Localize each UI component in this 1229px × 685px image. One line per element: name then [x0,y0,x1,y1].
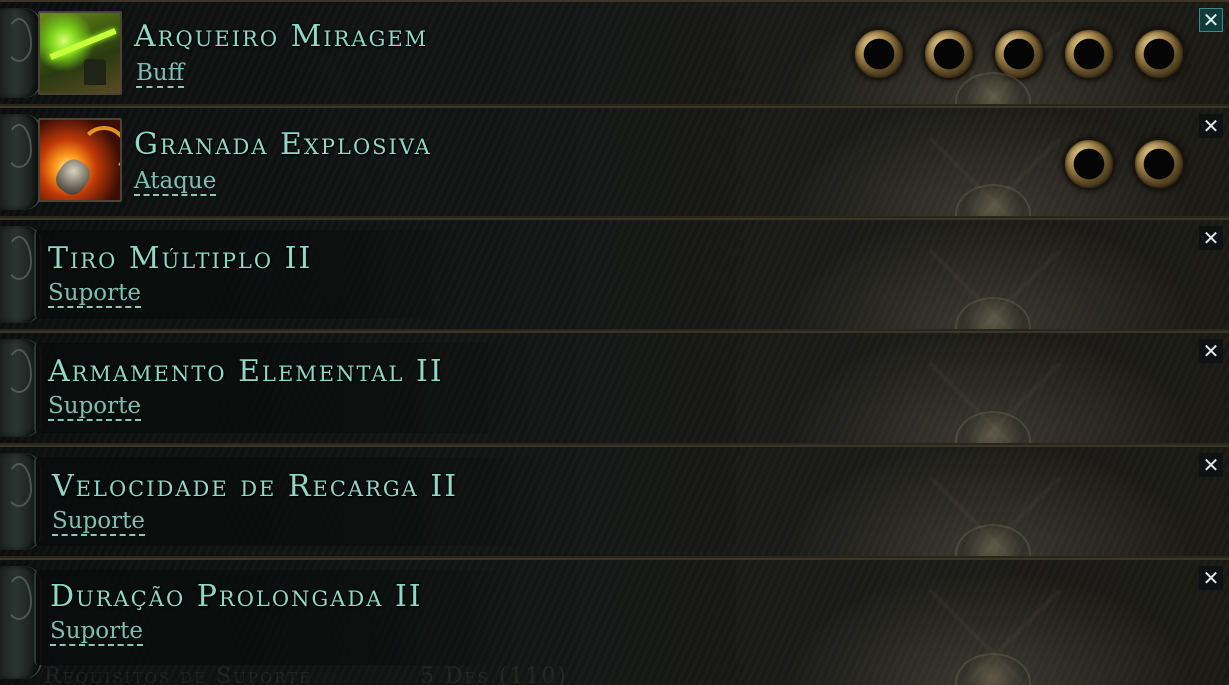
mirage-archer-icon [38,11,122,95]
row-ornament [930,363,1060,443]
gem-list-panel: Baú Meta Detonação Adicionais nto Elemen… [0,0,1229,685]
ghost-text: 5 Des (110) [420,664,569,685]
ghost-text: Requisitos de Suporte [44,664,313,685]
row-ornament [930,250,1060,329]
gem-socket[interactable] [993,28,1045,80]
socket-group [1063,138,1185,190]
gem-name: Granada Explosiva [134,127,432,162]
close-button[interactable]: ✕ [1199,453,1223,477]
row-ornament [930,138,1060,216]
gem-row[interactable]: Granada Explosiva Ataque ✕ [0,106,1229,218]
gem-row[interactable]: Tiro Múltiplo II Suporte ✕ [0,218,1229,331]
explosive-grenade-icon [38,118,122,202]
gem-socket[interactable] [923,28,975,80]
socket-group [853,28,1185,80]
gem-name: Arqueiro Miragem [134,19,429,54]
gem-socket[interactable] [1133,138,1185,190]
gem-name: Velocidade de Recarga II [52,469,459,504]
gem-row[interactable]: Arqueiro Miragem Buff ✕ [0,0,1229,106]
gem-type-link[interactable]: Suporte [52,510,145,536]
row-ornament [930,590,1060,685]
gem-row[interactable]: Duração Prolongada II Suporte Requisitos… [0,558,1229,685]
close-button[interactable]: ✕ [1199,339,1223,363]
gem-name: Tiro Múltiplo II [48,241,313,276]
close-button[interactable]: ✕ [1199,8,1223,32]
gem-socket[interactable] [853,28,905,80]
close-button[interactable]: ✕ [1199,226,1223,250]
gem-name: Armamento Elemental II [48,354,444,389]
scroll-ornament [0,8,42,98]
gem-socket[interactable] [1063,28,1115,80]
gem-name: Duração Prolongada II [50,579,423,614]
close-button[interactable]: ✕ [1199,114,1223,138]
gem-row[interactable]: Velocidade de Recarga II Suporte ✕ [0,445,1229,558]
scroll-ornament [0,114,42,210]
gem-type-link[interactable]: Suporte [48,395,141,421]
gem-type-link[interactable]: Ataque [134,170,217,196]
gem-row[interactable]: Armamento Elemental II Suporte ✕ [0,331,1229,445]
gem-type-link[interactable]: Suporte [50,620,143,646]
gem-type-link[interactable]: Suporte [48,282,141,308]
row-ornament [930,477,1060,556]
gem-type-link[interactable]: Buff [136,62,185,88]
close-button[interactable]: ✕ [1199,566,1223,590]
gem-socket[interactable] [1133,28,1185,80]
gem-socket[interactable] [1063,138,1115,190]
